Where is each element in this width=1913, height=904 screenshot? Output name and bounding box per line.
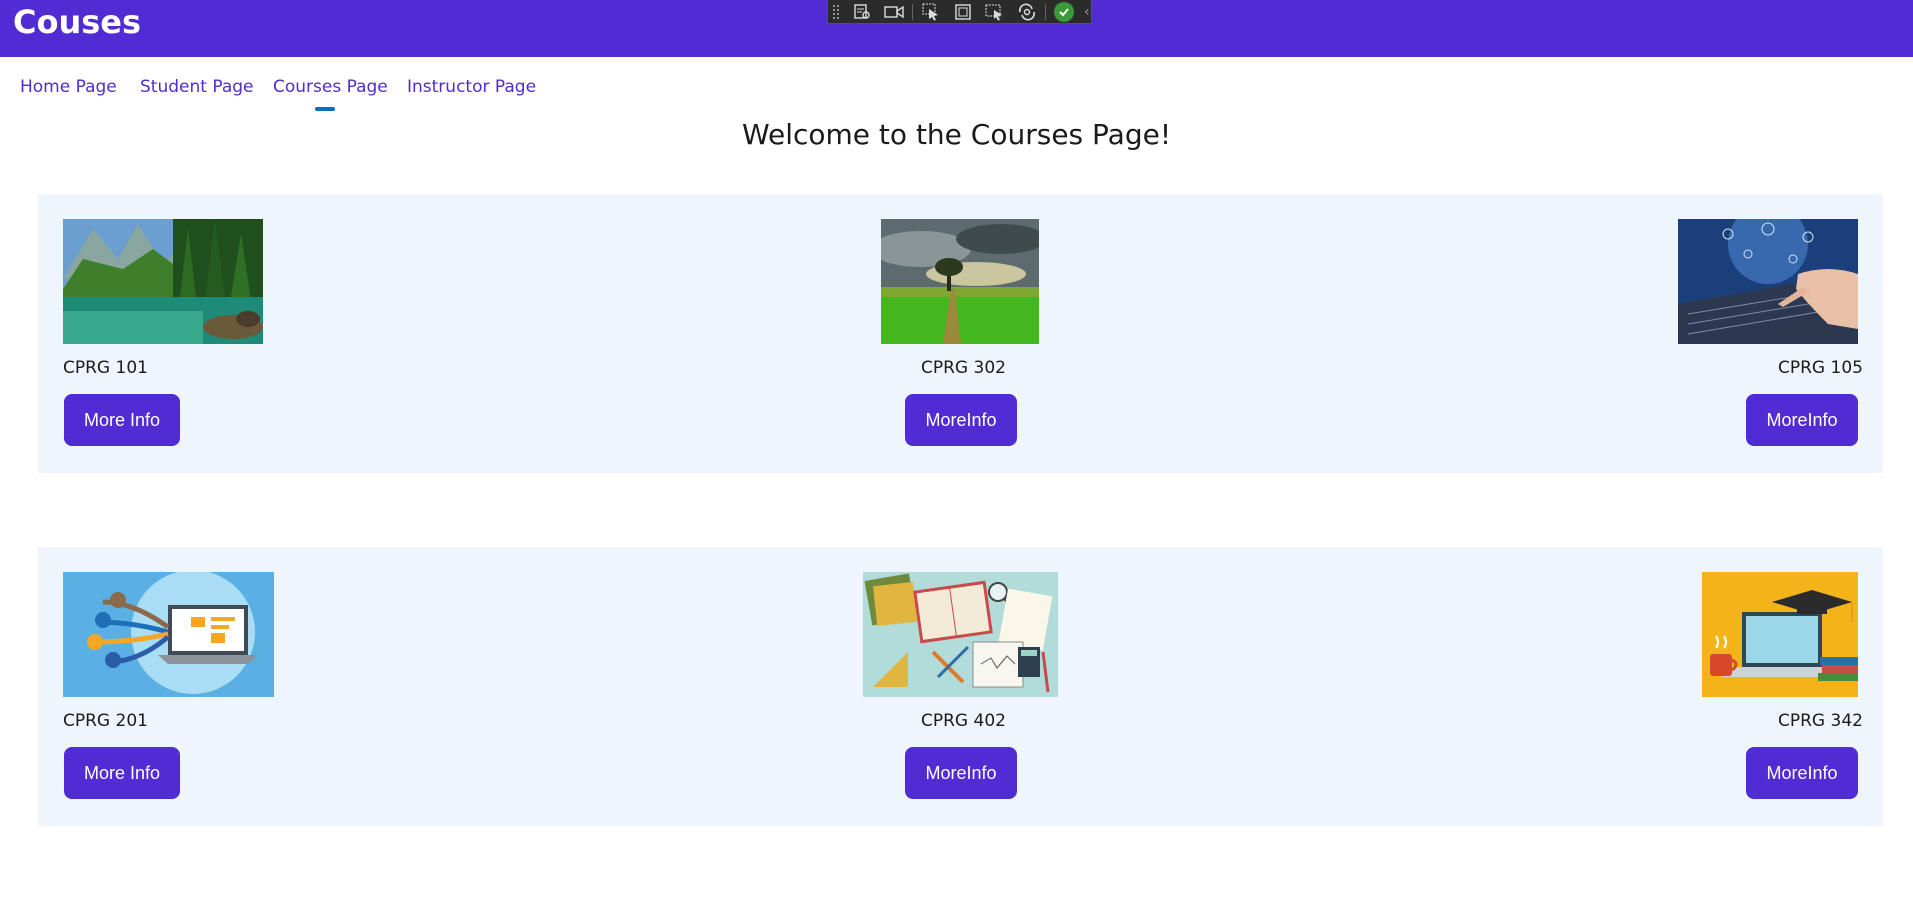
track-focus-icon[interactable] [979, 0, 1011, 24]
app-title-bar: Couses ‹ [0, 0, 1913, 57]
course-code: CPRG 342 [1778, 711, 1863, 731]
more-info-button[interactable]: MoreInfo [1746, 747, 1858, 799]
tab-student-page[interactable]: Student Page [140, 77, 253, 97]
more-info-button[interactable]: More Info [64, 747, 180, 799]
course-image-graduation-laptop [1702, 572, 1858, 697]
course-code: CPRG 402 [921, 711, 1006, 731]
more-info-button[interactable]: MoreInfo [1746, 394, 1858, 446]
page-heading: Welcome to the Courses Page! [741, 118, 1172, 151]
course-image-laptop-diagram [63, 572, 274, 697]
course-code: CPRG 201 [63, 711, 148, 731]
record-icon[interactable] [878, 0, 910, 24]
more-info-button[interactable]: More Info [64, 394, 180, 446]
toolbar-separator [1045, 3, 1046, 20]
course-image-tree-field [881, 219, 1039, 344]
more-info-button[interactable]: MoreInfo [905, 394, 1017, 446]
select-element-icon[interactable] [915, 0, 947, 24]
hot-reload-icon[interactable] [1011, 0, 1043, 24]
course-code: CPRG 105 [1778, 358, 1863, 378]
selected-tab-indicator [315, 107, 335, 111]
display-adorners-icon[interactable] [947, 0, 979, 24]
debug-toolbar: ‹ [827, 0, 1092, 24]
course-row: CPRG 201 More Info CPRG 402 MoreInfo CPR… [38, 547, 1883, 826]
course-row: CPRG 101 More Info CPRG 302 MoreInfo CPR… [38, 194, 1883, 473]
top-navigation: Home Page Student Page Courses Page Inst… [0, 57, 1913, 112]
grip-handle-icon[interactable] [832, 3, 840, 20]
live-visual-tree-icon[interactable] [846, 0, 878, 24]
course-code: CPRG 302 [921, 358, 1006, 378]
more-info-button[interactable]: MoreInfo [905, 747, 1017, 799]
collapse-chevron-icon[interactable]: ‹ [1084, 4, 1090, 20]
toolbar-separator [912, 3, 913, 20]
app-title: Couses [13, 3, 142, 41]
course-image-lake [63, 219, 263, 344]
check-icon[interactable] [1054, 1, 1074, 22]
tab-home-page[interactable]: Home Page [20, 77, 117, 97]
course-code: CPRG 101 [63, 358, 148, 378]
course-image-study-desk [863, 572, 1058, 697]
tab-instructor-page[interactable]: Instructor Page [407, 77, 536, 97]
tab-courses-page[interactable]: Courses Page [273, 77, 388, 97]
course-image-laptop-keyboard [1678, 219, 1858, 344]
